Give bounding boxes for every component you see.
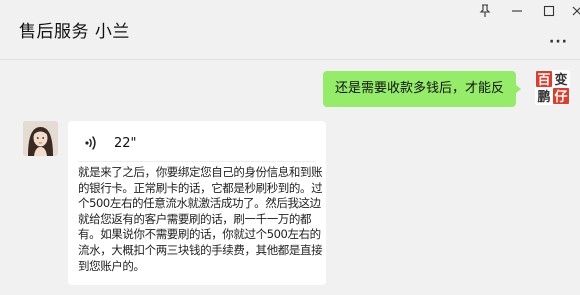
avatar-char-2: 变 [554, 72, 567, 88]
voice-play-row[interactable]: 22" [84, 133, 137, 153]
voice-transcript-text: 就是来了之后，你要绑定您自己的身份信息和到账的银行卡。正常刷卡的话，它都是秒刷秒… [78, 165, 323, 273]
my-avatar[interactable]: 百 变 鹏 仔 [535, 70, 570, 105]
close-icon[interactable] [568, 2, 580, 20]
maximize-icon[interactable] [540, 2, 558, 20]
avatar-char-4: 仔 [554, 89, 567, 105]
outgoing-message-bubble[interactable]: 还是需要收款多钱后，才能反 [323, 71, 522, 107]
chat-title: 售后服务 小兰 [19, 22, 130, 42]
minimize-icon[interactable] [508, 2, 526, 20]
avatar-char-1: 百 [537, 73, 550, 88]
agent-avatar[interactable] [23, 121, 58, 156]
pin-icon[interactable] [476, 2, 494, 20]
voice-wave-icon[interactable] [84, 135, 100, 151]
title-bar: 售后服务 小兰 ··· [0, 0, 580, 60]
divider [78, 161, 316, 162]
outgoing-message-text: 还是需要收款多钱后，才能反 [335, 81, 505, 96]
avatar-char-3: 鹏 [537, 89, 550, 105]
voice-duration: 22" [114, 135, 137, 151]
more-options-button[interactable]: ··· [549, 34, 568, 50]
voice-message-card[interactable]: 22" 就是来了之后，你要绑定您自己的身份信息和到账的银行卡。正常刷卡的话，它都… [68, 121, 326, 285]
